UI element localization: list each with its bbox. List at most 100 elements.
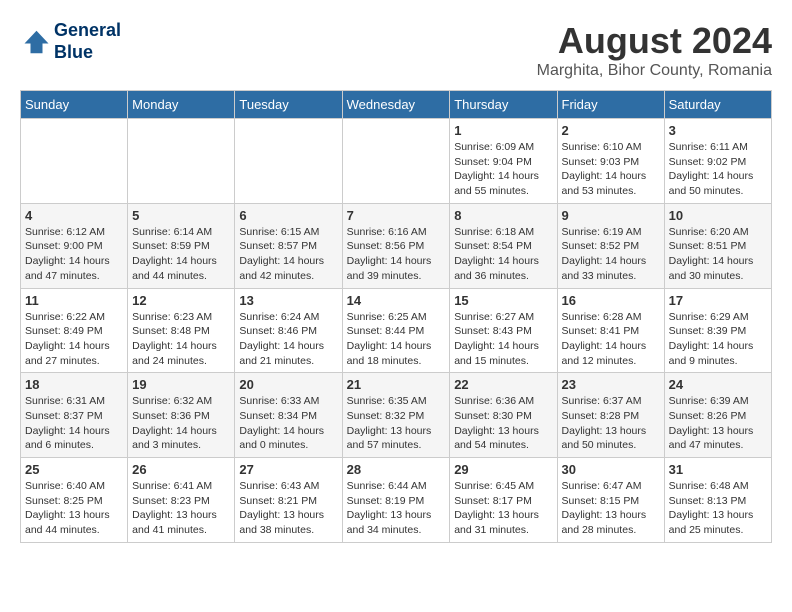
calendar-cell: 30 Sunrise: 6:47 AMSunset: 8:15 PMDayligh… xyxy=(557,458,664,543)
calendar-week-1: 1 Sunrise: 6:09 AMSunset: 9:04 PMDaylight… xyxy=(21,119,772,204)
day-number: 24 xyxy=(669,377,767,392)
day-info: Sunrise: 6:10 AMSunset: 9:03 PMDaylight:… xyxy=(562,140,660,199)
calendar-cell: 15 Sunrise: 6:27 AMSunset: 8:43 PMDayligh… xyxy=(450,288,557,373)
day-number: 30 xyxy=(562,462,660,477)
calendar-cell: 24 Sunrise: 6:39 AMSunset: 8:26 PMDayligh… xyxy=(664,373,771,458)
day-info: Sunrise: 6:32 AMSunset: 8:36 PMDaylight:… xyxy=(132,394,230,453)
day-number: 20 xyxy=(239,377,337,392)
logo-icon xyxy=(20,27,50,57)
calendar-cell: 28Sunrise: 6:44 AMSunset: 8:19 PMDayligh… xyxy=(342,458,450,543)
calendar-cell: 1 Sunrise: 6:09 AMSunset: 9:04 PMDaylight… xyxy=(450,119,557,204)
day-info: Sunrise: 6:20 AMSunset: 8:51 PMDaylight:… xyxy=(669,225,767,284)
calendar-body: 1 Sunrise: 6:09 AMSunset: 9:04 PMDaylight… xyxy=(21,119,772,543)
day-number: 4 xyxy=(25,208,123,223)
calendar-cell: 29 Sunrise: 6:45 AMSunset: 8:17 PMDayligh… xyxy=(450,458,557,543)
day-info: Sunrise: 6:19 AMSunset: 8:52 PMDaylight:… xyxy=(562,225,660,284)
calendar-cell: 7 Sunrise: 6:16 AMSunset: 8:56 PMDaylight… xyxy=(342,203,450,288)
logo-text: General Blue xyxy=(54,20,121,63)
day-info: Sunrise: 6:11 AMSunset: 9:02 PMDaylight:… xyxy=(669,140,767,199)
calendar-week-3: 11Sunrise: 6:22 AMSunset: 8:49 PMDayligh… xyxy=(21,288,772,373)
calendar-cell: 16Sunrise: 6:28 AMSunset: 8:41 PMDayligh… xyxy=(557,288,664,373)
calendar-cell xyxy=(128,119,235,204)
logo: General Blue xyxy=(20,20,121,63)
calendar-cell: 21 Sunrise: 6:35 AMSunset: 8:32 PMDayligh… xyxy=(342,373,450,458)
day-number: 18 xyxy=(25,377,123,392)
day-number: 8 xyxy=(454,208,552,223)
weekday-header-friday: Friday xyxy=(557,91,664,119)
day-info: Sunrise: 6:27 AMSunset: 8:43 PMDaylight:… xyxy=(454,310,552,369)
calendar-cell: 14Sunrise: 6:25 AMSunset: 8:44 PMDayligh… xyxy=(342,288,450,373)
day-info: Sunrise: 6:09 AMSunset: 9:04 PMDaylight:… xyxy=(454,140,552,199)
day-info: Sunrise: 6:24 AMSunset: 8:46 PMDaylight:… xyxy=(239,310,337,369)
day-info: Sunrise: 6:28 AMSunset: 8:41 PMDaylight:… xyxy=(562,310,660,369)
calendar-cell: 11Sunrise: 6:22 AMSunset: 8:49 PMDayligh… xyxy=(21,288,128,373)
calendar-cell: 13 Sunrise: 6:24 AMSunset: 8:46 PMDayligh… xyxy=(235,288,342,373)
day-number: 26 xyxy=(132,462,230,477)
day-number: 21 xyxy=(347,377,446,392)
calendar-table: SundayMondayTuesdayWednesdayThursdayFrid… xyxy=(20,90,772,543)
day-info: Sunrise: 6:45 AMSunset: 8:17 PMDaylight:… xyxy=(454,479,552,538)
weekday-header-sunday: Sunday xyxy=(21,91,128,119)
day-number: 5 xyxy=(132,208,230,223)
day-info: Sunrise: 6:37 AMSunset: 8:28 PMDaylight:… xyxy=(562,394,660,453)
day-info: Sunrise: 6:23 AMSunset: 8:48 PMDaylight:… xyxy=(132,310,230,369)
weekday-header-thursday: Thursday xyxy=(450,91,557,119)
day-number: 22 xyxy=(454,377,552,392)
calendar-cell: 19 Sunrise: 6:32 AMSunset: 8:36 PMDayligh… xyxy=(128,373,235,458)
weekday-header-row: SundayMondayTuesdayWednesdayThursdayFrid… xyxy=(21,91,772,119)
day-info: Sunrise: 6:33 AMSunset: 8:34 PMDaylight:… xyxy=(239,394,337,453)
calendar-cell: 8 Sunrise: 6:18 AMSunset: 8:54 PMDaylight… xyxy=(450,203,557,288)
day-number: 13 xyxy=(239,293,337,308)
day-number: 31 xyxy=(669,462,767,477)
calendar-cell: 23Sunrise: 6:37 AMSunset: 8:28 PMDayligh… xyxy=(557,373,664,458)
day-info: Sunrise: 6:36 AMSunset: 8:30 PMDaylight:… xyxy=(454,394,552,453)
day-info: Sunrise: 6:39 AMSunset: 8:26 PMDaylight:… xyxy=(669,394,767,453)
day-number: 6 xyxy=(239,208,337,223)
day-info: Sunrise: 6:18 AMSunset: 8:54 PMDaylight:… xyxy=(454,225,552,284)
day-number: 7 xyxy=(347,208,446,223)
day-info: Sunrise: 6:35 AMSunset: 8:32 PMDaylight:… xyxy=(347,394,446,453)
calendar-cell xyxy=(235,119,342,204)
day-info: Sunrise: 6:22 AMSunset: 8:49 PMDaylight:… xyxy=(25,310,123,369)
calendar-cell: 25 Sunrise: 6:40 AMSunset: 8:25 PMDayligh… xyxy=(21,458,128,543)
day-info: Sunrise: 6:29 AMSunset: 8:39 PMDaylight:… xyxy=(669,310,767,369)
day-info: Sunrise: 6:47 AMSunset: 8:15 PMDaylight:… xyxy=(562,479,660,538)
calendar-cell: 3Sunrise: 6:11 AMSunset: 9:02 PMDaylight… xyxy=(664,119,771,204)
day-number: 9 xyxy=(562,208,660,223)
day-number: 25 xyxy=(25,462,123,477)
day-number: 15 xyxy=(454,293,552,308)
calendar-cell: 20 Sunrise: 6:33 AMSunset: 8:34 PMDayligh… xyxy=(235,373,342,458)
weekday-header-wednesday: Wednesday xyxy=(342,91,450,119)
calendar-week-2: 4Sunrise: 6:12 AMSunset: 9:00 PMDaylight… xyxy=(21,203,772,288)
day-info: Sunrise: 6:16 AMSunset: 8:56 PMDaylight:… xyxy=(347,225,446,284)
weekday-header-saturday: Saturday xyxy=(664,91,771,119)
day-info: Sunrise: 6:48 AMSunset: 8:13 PMDaylight:… xyxy=(669,479,767,538)
day-info: Sunrise: 6:44 AMSunset: 8:19 PMDaylight:… xyxy=(347,479,446,538)
calendar-cell: 6 Sunrise: 6:15 AMSunset: 8:57 PMDaylight… xyxy=(235,203,342,288)
calendar-cell: 31 Sunrise: 6:48 AMSunset: 8:13 PMDayligh… xyxy=(664,458,771,543)
weekday-header-monday: Monday xyxy=(128,91,235,119)
calendar-header: SundayMondayTuesdayWednesdayThursdayFrid… xyxy=(21,91,772,119)
day-info: Sunrise: 6:41 AMSunset: 8:23 PMDaylight:… xyxy=(132,479,230,538)
weekday-header-tuesday: Tuesday xyxy=(235,91,342,119)
calendar-cell: 12Sunrise: 6:23 AMSunset: 8:48 PMDayligh… xyxy=(128,288,235,373)
day-number: 2 xyxy=(562,123,660,138)
calendar-cell: 17Sunrise: 6:29 AMSunset: 8:39 PMDayligh… xyxy=(664,288,771,373)
day-number: 10 xyxy=(669,208,767,223)
calendar-cell: 27Sunrise: 6:43 AMSunset: 8:21 PMDayligh… xyxy=(235,458,342,543)
calendar-cell xyxy=(342,119,450,204)
calendar-cell: 2 Sunrise: 6:10 AMSunset: 9:03 PMDaylight… xyxy=(557,119,664,204)
calendar-cell: 10 Sunrise: 6:20 AMSunset: 8:51 PMDayligh… xyxy=(664,203,771,288)
calendar-cell: 18Sunrise: 6:31 AMSunset: 8:37 PMDayligh… xyxy=(21,373,128,458)
day-number: 29 xyxy=(454,462,552,477)
day-info: Sunrise: 6:14 AMSunset: 8:59 PMDaylight:… xyxy=(132,225,230,284)
day-number: 27 xyxy=(239,462,337,477)
day-number: 19 xyxy=(132,377,230,392)
day-info: Sunrise: 6:15 AMSunset: 8:57 PMDaylight:… xyxy=(239,225,337,284)
day-number: 1 xyxy=(454,123,552,138)
calendar-cell: 5 Sunrise: 6:14 AMSunset: 8:59 PMDaylight… xyxy=(128,203,235,288)
day-info: Sunrise: 6:40 AMSunset: 8:25 PMDaylight:… xyxy=(25,479,123,538)
header: General Blue August 2024 Marghita, Bihor… xyxy=(20,20,772,80)
location-subtitle: Marghita, Bihor County, Romania xyxy=(537,62,772,80)
day-info: Sunrise: 6:25 AMSunset: 8:44 PMDaylight:… xyxy=(347,310,446,369)
